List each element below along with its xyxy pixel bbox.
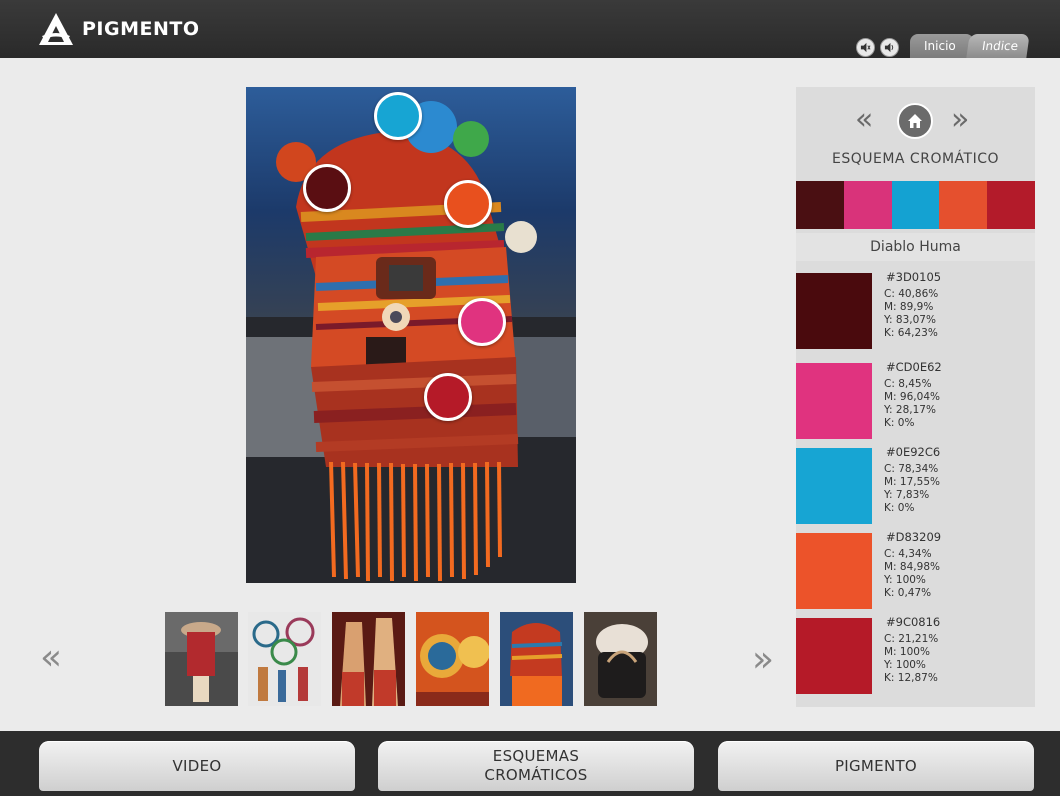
thumbnails-next-button[interactable]: » xyxy=(752,642,774,678)
swatch-4-c: C: 4,34% xyxy=(884,548,932,560)
swatch-3-info: #0E92C6 C: 78,34% M: 17,55% Y: 7,83% K: … xyxy=(884,446,940,515)
esquemas-label-line1: ESQUEMAS xyxy=(492,747,580,765)
double-chevron-right-icon: » xyxy=(951,102,970,137)
color-picker-dot-pink[interactable] xyxy=(458,298,506,346)
swatch-row-4: #D83209 C: 4,34% M: 84,98% Y: 100% K: 0,… xyxy=(796,531,1035,611)
swatch-row-1: #3D0105 C: 40,86% M: 89,9% Y: 83,07% K: … xyxy=(796,271,1035,351)
swatch-2-info: #CD0E62 C: 8,45% M: 96,04% Y: 28,17% K: … xyxy=(884,361,942,430)
swatch-1-y: Y: 83,07% xyxy=(884,314,936,326)
esquemas-label-line2: CROMÁTICOS xyxy=(484,766,588,784)
thumbnail-sun-masks-image xyxy=(416,612,489,706)
swatch-2-hex: #CD0E62 xyxy=(886,360,942,374)
strip-color-5 xyxy=(987,181,1035,229)
color-picker-dot-orange[interactable] xyxy=(444,180,492,228)
thumbnail-5[interactable] xyxy=(500,612,573,706)
main-photo xyxy=(246,87,576,583)
pigmento-button-label: PIGMENTO xyxy=(834,756,918,775)
swatch-3-y: Y: 7,83% xyxy=(884,489,930,501)
swatch-4-info: #D83209 C: 4,34% M: 84,98% Y: 100% K: 0,… xyxy=(884,531,941,600)
swatch-5-y: Y: 100% xyxy=(884,659,926,671)
diablo-huma-mask-image xyxy=(246,87,576,583)
item-name: Diablo Huma xyxy=(796,233,1035,261)
thumbnail-2[interactable] xyxy=(248,612,321,706)
double-chevron-left-icon: « xyxy=(40,637,63,678)
swatch-2-m: M: 96,04% xyxy=(884,391,940,403)
double-chevron-right-icon: » xyxy=(752,639,775,680)
swatch-1-c: C: 40,86% xyxy=(884,288,939,300)
thumbnails-prev-button[interactable]: « xyxy=(40,640,62,676)
thumbnail-dreamcatchers-image xyxy=(248,612,321,706)
swatch-5-info: #9C0816 C: 21,21% M: 100% Y: 100% K: 12,… xyxy=(884,616,940,685)
swatch-3-hex: #0E92C6 xyxy=(886,445,941,459)
swatch-1-k: K: 64,23% xyxy=(884,327,938,339)
sound-off-button[interactable] xyxy=(856,38,875,57)
double-chevron-left-icon: « xyxy=(855,102,874,137)
swatch-5[interactable] xyxy=(796,618,872,694)
thumbnail-figurine-image xyxy=(165,612,238,706)
swatch-1[interactable] xyxy=(796,273,872,349)
logo-text: PIGMENTO xyxy=(82,18,200,40)
color-scheme-panel: « » ESQUEMA CROMÁTICO Diablo Huma #3D010… xyxy=(796,87,1035,707)
swatch-1-hex: #3D0105 xyxy=(886,270,942,284)
thumbnail-3[interactable] xyxy=(332,612,405,706)
panel-next-button[interactable]: » xyxy=(951,105,969,135)
thumbnail-carved-figures-image xyxy=(332,612,405,706)
swatch-4[interactable] xyxy=(796,533,872,609)
pigmento-button[interactable]: PIGMENTO xyxy=(718,741,1034,791)
home-icon xyxy=(908,114,922,128)
swatch-5-m: M: 100% xyxy=(884,646,930,658)
thumbnail-diablo-huma-image xyxy=(500,612,573,706)
strip-color-1 xyxy=(796,181,844,229)
swatch-5-c: C: 21,21% xyxy=(884,633,939,645)
speaker-mute-icon xyxy=(860,42,871,53)
strip-color-3 xyxy=(891,181,940,229)
swatch-row-2: #CD0E62 C: 8,45% M: 96,04% Y: 28,17% K: … xyxy=(796,361,1035,441)
panel-prev-button[interactable]: « xyxy=(855,105,873,135)
swatch-2-k: K: 0% xyxy=(884,417,915,429)
swatch-row-3: #0E92C6 C: 78,34% M: 17,55% Y: 7,83% K: … xyxy=(796,446,1035,526)
swatch-3-k: K: 0% xyxy=(884,502,915,514)
scheme-title: ESQUEMA CROMÁTICO xyxy=(831,151,1000,167)
home-button[interactable] xyxy=(897,103,933,139)
app-logo[interactable]: PIGMENTO xyxy=(38,12,200,46)
tab-inicio-label: Inicio xyxy=(924,39,956,53)
swatch-3[interactable] xyxy=(796,448,872,524)
swatch-4-hex: #D83209 xyxy=(886,530,942,544)
sound-on-button[interactable] xyxy=(880,38,899,57)
swatch-3-m: M: 17,55% xyxy=(884,476,940,488)
panel-navigation: « » xyxy=(796,101,1035,141)
color-picker-dot-dark-red[interactable] xyxy=(303,164,351,212)
color-picker-dot-blue[interactable] xyxy=(374,92,422,140)
swatch-2-y: Y: 28,17% xyxy=(884,404,936,416)
swatch-4-m: M: 84,98% xyxy=(884,561,940,573)
swatch-1-info: #3D0105 C: 40,86% M: 89,9% Y: 83,07% K: … xyxy=(884,271,941,340)
tab-inicio[interactable]: Inicio xyxy=(910,34,974,58)
speaker-icon xyxy=(884,42,894,53)
thumbnail-4[interactable] xyxy=(416,612,489,706)
swatch-1-m: M: 89,9% xyxy=(884,301,934,313)
color-picker-dot-red[interactable] xyxy=(424,373,472,421)
swatch-row-5: #9C0816 C: 21,21% M: 100% Y: 100% K: 12,… xyxy=(796,616,1035,696)
tab-indice-label: Indice xyxy=(981,39,1020,53)
video-button[interactable]: VIDEO xyxy=(39,741,355,791)
tab-indice[interactable]: Indice xyxy=(966,34,1030,58)
swatch-2[interactable] xyxy=(796,363,872,439)
esquemas-button-label: ESQUEMAS CROMÁTICOS xyxy=(484,747,587,785)
esquemas-cromaticos-button[interactable]: ESQUEMAS CROMÁTICOS xyxy=(378,741,694,791)
video-button-label: VIDEO xyxy=(172,756,222,775)
swatch-3-c: C: 78,34% xyxy=(884,463,939,475)
swatch-4-k: K: 0,47% xyxy=(884,587,932,599)
strip-color-4 xyxy=(939,181,988,229)
swatch-2-c: C: 8,45% xyxy=(884,378,932,390)
thumbnail-1[interactable] xyxy=(165,612,238,706)
swatch-5-k: K: 12,87% xyxy=(884,672,938,684)
thumbnail-leather-bag-image xyxy=(584,612,657,706)
thumbnail-6[interactable] xyxy=(584,612,657,706)
color-strip xyxy=(796,181,1035,229)
pigmento-logo-icon xyxy=(39,13,73,45)
swatch-5-hex: #9C0816 xyxy=(886,615,941,629)
top-bar: PIGMENTO Inicio Indice xyxy=(0,0,1060,58)
strip-color-2 xyxy=(843,181,892,229)
swatch-4-y: Y: 100% xyxy=(884,574,926,586)
